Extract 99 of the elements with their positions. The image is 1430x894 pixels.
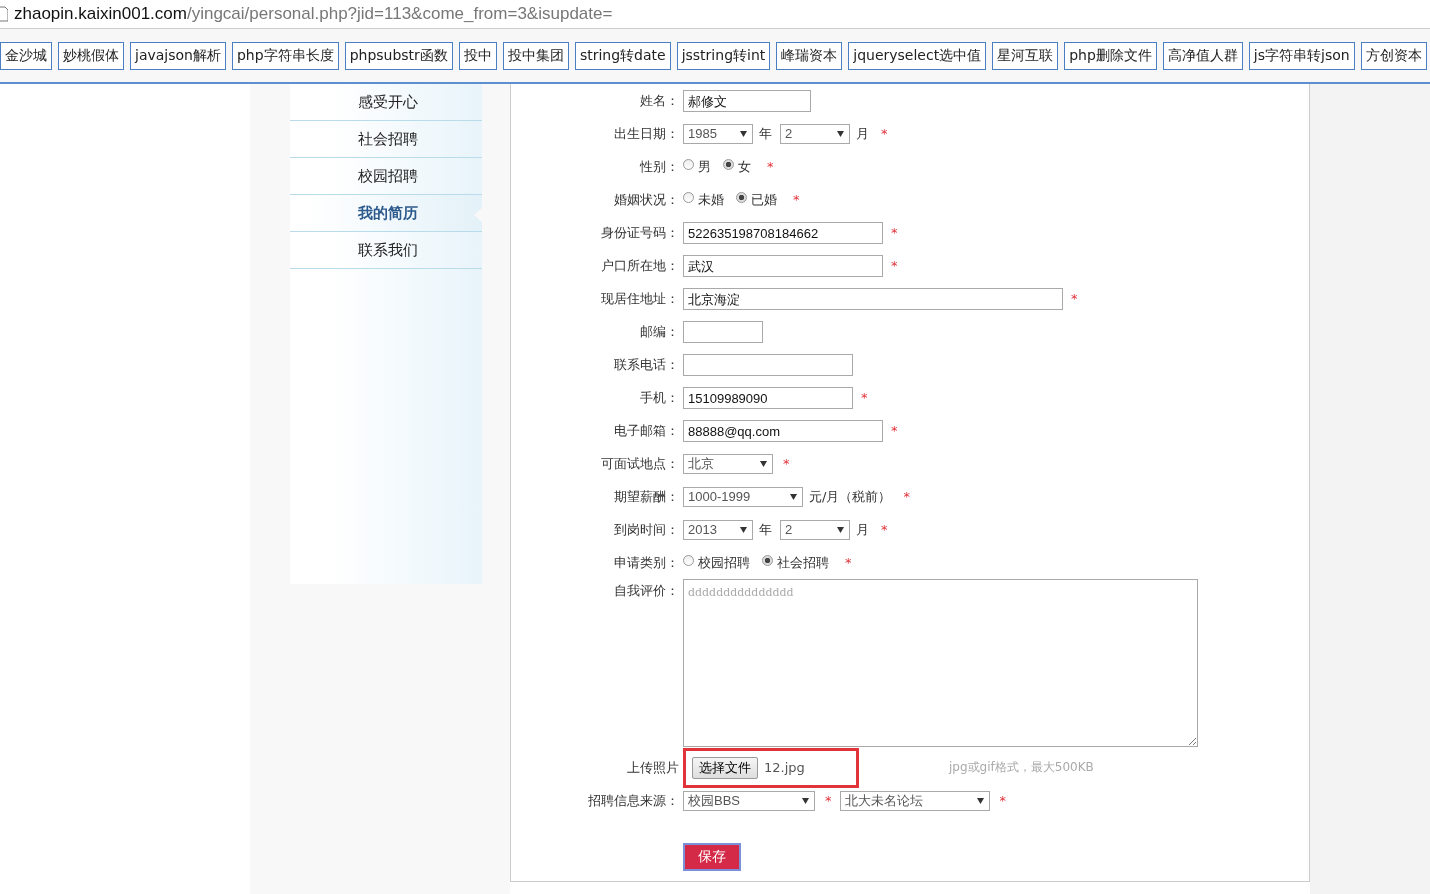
radio-button[interactable] xyxy=(683,192,694,203)
field-label: 性别： xyxy=(639,157,680,176)
dropdown[interactable]: 2 xyxy=(780,519,850,540)
dropdown[interactable]: 1000-1999 xyxy=(683,486,803,507)
unit-label: 月 xyxy=(856,124,869,143)
input-field[interactable]: 522635198708184662 xyxy=(683,221,883,244)
bookmark[interactable]: 投中 xyxy=(458,41,497,70)
bookmark[interactable]: string转date xyxy=(574,41,671,70)
unit-label: 年 xyxy=(759,124,772,143)
dropdown[interactable]: 2013 xyxy=(683,519,753,540)
unit-label: 年 xyxy=(759,520,772,539)
dropdown[interactable]: 北京 xyxy=(683,453,773,474)
field-label: 身份证号码： xyxy=(600,223,680,242)
sidebar-item[interactable]: 联系我们 xyxy=(290,232,482,269)
bookmark[interactable]: php删除文件 xyxy=(1064,41,1157,70)
required-mark: * xyxy=(783,456,790,471)
radio-label: 校园招聘 xyxy=(698,553,750,572)
radio-button[interactable] xyxy=(723,159,734,170)
dropdown[interactable]: 校园BBS xyxy=(683,790,815,811)
file-name: 12.jpg xyxy=(764,760,805,775)
caret-icon xyxy=(740,130,747,137)
caret-icon xyxy=(790,493,797,500)
required-mark: * xyxy=(767,159,774,174)
bookmark[interactable]: 峰瑞资本 xyxy=(776,41,843,70)
field-label: 姓名： xyxy=(639,91,680,110)
radio-label: 女 xyxy=(738,157,751,176)
caret-icon xyxy=(802,797,809,804)
bookmark[interactable]: 方创资本 xyxy=(1360,41,1427,70)
required-mark: * xyxy=(861,390,868,405)
radio-label: 未婚 xyxy=(698,190,724,209)
radio-label: 男 xyxy=(698,157,711,176)
field-label: 上传照片 xyxy=(626,758,680,777)
bookmark[interactable]: php字符串长度 xyxy=(231,41,339,70)
required-mark: * xyxy=(793,192,800,207)
required-mark: * xyxy=(881,126,888,141)
sidebar-item[interactable]: 我的简历 xyxy=(290,195,482,232)
bookmark[interactable]: js字符串转json xyxy=(1248,41,1355,70)
sidebar-item[interactable]: 社会招聘 xyxy=(290,121,482,158)
input-field[interactable] xyxy=(683,320,763,343)
required-mark: * xyxy=(881,522,888,537)
radio-button[interactable] xyxy=(683,555,694,566)
bookmark[interactable]: 金沙城 xyxy=(0,41,52,70)
input-field[interactable]: 88888@qq.com xyxy=(683,419,883,442)
required-mark: * xyxy=(891,225,898,240)
bookmark[interactable]: phpsubstr函数 xyxy=(344,41,453,70)
required-mark: * xyxy=(1071,291,1078,306)
field-label: 现居住地址： xyxy=(600,289,680,308)
field-label: 婚姻状况： xyxy=(613,190,680,209)
caret-icon xyxy=(976,797,984,804)
dropdown[interactable]: 2 xyxy=(780,123,850,144)
field-label: 电子邮箱： xyxy=(613,421,680,440)
bookmark[interactable]: 投中集团 xyxy=(502,41,569,70)
unit-label: 月 xyxy=(856,520,869,539)
input-field[interactable]: 武汉 xyxy=(683,254,883,277)
caret-icon xyxy=(837,130,844,137)
field-label: 邮编： xyxy=(639,322,680,341)
sidebar-item[interactable]: 感受开心 xyxy=(290,84,482,121)
caret-icon xyxy=(837,526,844,533)
caret-icon xyxy=(740,526,747,533)
required-mark: * xyxy=(891,258,898,273)
input-field[interactable]: 15109989090 xyxy=(683,386,853,409)
required-mark: * xyxy=(825,793,832,808)
bookmark[interactable]: jqueryselect选中值 xyxy=(848,41,987,70)
field-label: 自我评价： xyxy=(613,582,680,600)
dropdown[interactable]: 北大未名论坛 xyxy=(839,790,990,811)
hint-text: jpg或gif格式，最大500KB xyxy=(949,759,1094,776)
field-label: 申请类别： xyxy=(613,553,680,572)
radio-button[interactable] xyxy=(736,192,747,203)
bookmark[interactable]: 妙桃假体 xyxy=(58,41,124,70)
resize-grip-icon xyxy=(1188,737,1196,745)
caret-icon xyxy=(760,460,767,467)
radio-button[interactable] xyxy=(683,159,694,170)
save-button[interactable]: 保存 xyxy=(683,843,741,871)
field-label: 户口所在地： xyxy=(600,256,680,275)
field-label: 联系电话： xyxy=(613,355,680,374)
input-field[interactable]: 北京海淀 xyxy=(683,287,1063,310)
unit-label: 元/月（税前） xyxy=(809,487,892,506)
field-label: 可面试地点： xyxy=(600,454,680,473)
input-field[interactable]: 郝修文 xyxy=(683,89,811,112)
required-mark: * xyxy=(999,793,1006,808)
bookmark[interactable]: 星河互联 xyxy=(992,41,1059,70)
input-field[interactable] xyxy=(683,353,853,376)
field-label: 手机： xyxy=(639,388,680,407)
choose-file-button[interactable]: 选择文件 xyxy=(692,756,758,779)
radio-label: 已婚 xyxy=(751,190,777,209)
required-mark: * xyxy=(903,489,910,504)
bookmark[interactable]: 高净值人群 xyxy=(1162,41,1243,70)
field-label: 招聘信息来源： xyxy=(587,791,680,810)
address-bar[interactable]: zhaopin.kaixin001.com/yingcai/personal.php?jid=113&come_from=3&isupdate= xyxy=(14,4,613,24)
field-label: 出生日期： xyxy=(613,124,680,143)
radio-label: 社会招聘 xyxy=(777,553,829,572)
bookmark[interactable]: javajson解析 xyxy=(130,41,226,70)
dropdown[interactable]: 1985 xyxy=(683,123,753,144)
required-mark: * xyxy=(891,423,898,438)
bookmark[interactable]: jsstring转int xyxy=(676,41,771,70)
field-label: 到岗时间： xyxy=(613,520,680,539)
field-label: 期望薪酬： xyxy=(613,487,680,506)
required-mark: * xyxy=(845,555,852,570)
radio-button[interactable] xyxy=(762,555,773,566)
